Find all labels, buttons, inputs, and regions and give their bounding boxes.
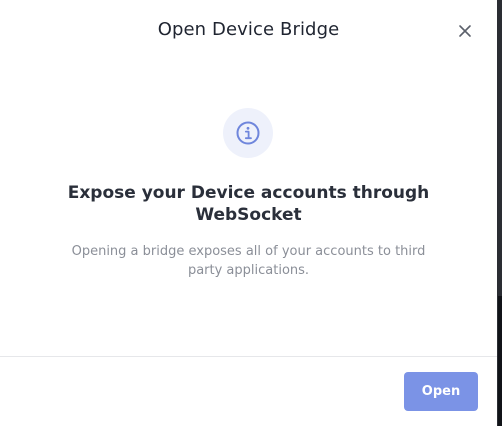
- open-button[interactable]: Open: [404, 372, 478, 411]
- dialog-description: Opening a bridge exposes all of your acc…: [71, 244, 426, 278]
- footer-divider: [0, 356, 497, 357]
- background-scrollbar: [498, 296, 502, 426]
- dialog-title: Open Device Bridge: [157, 19, 340, 40]
- info-icon: [236, 121, 260, 145]
- dialog-heading: Expose your Device accounts through WebS…: [67, 183, 430, 225]
- close-button[interactable]: [452, 18, 478, 44]
- close-icon: [459, 25, 471, 37]
- info-icon-badge: [223, 108, 273, 158]
- dialog-header: Open Device Bridge: [0, 0, 497, 62]
- open-device-bridge-dialog: Open Device Bridge Expose your Device ac…: [0, 0, 497, 426]
